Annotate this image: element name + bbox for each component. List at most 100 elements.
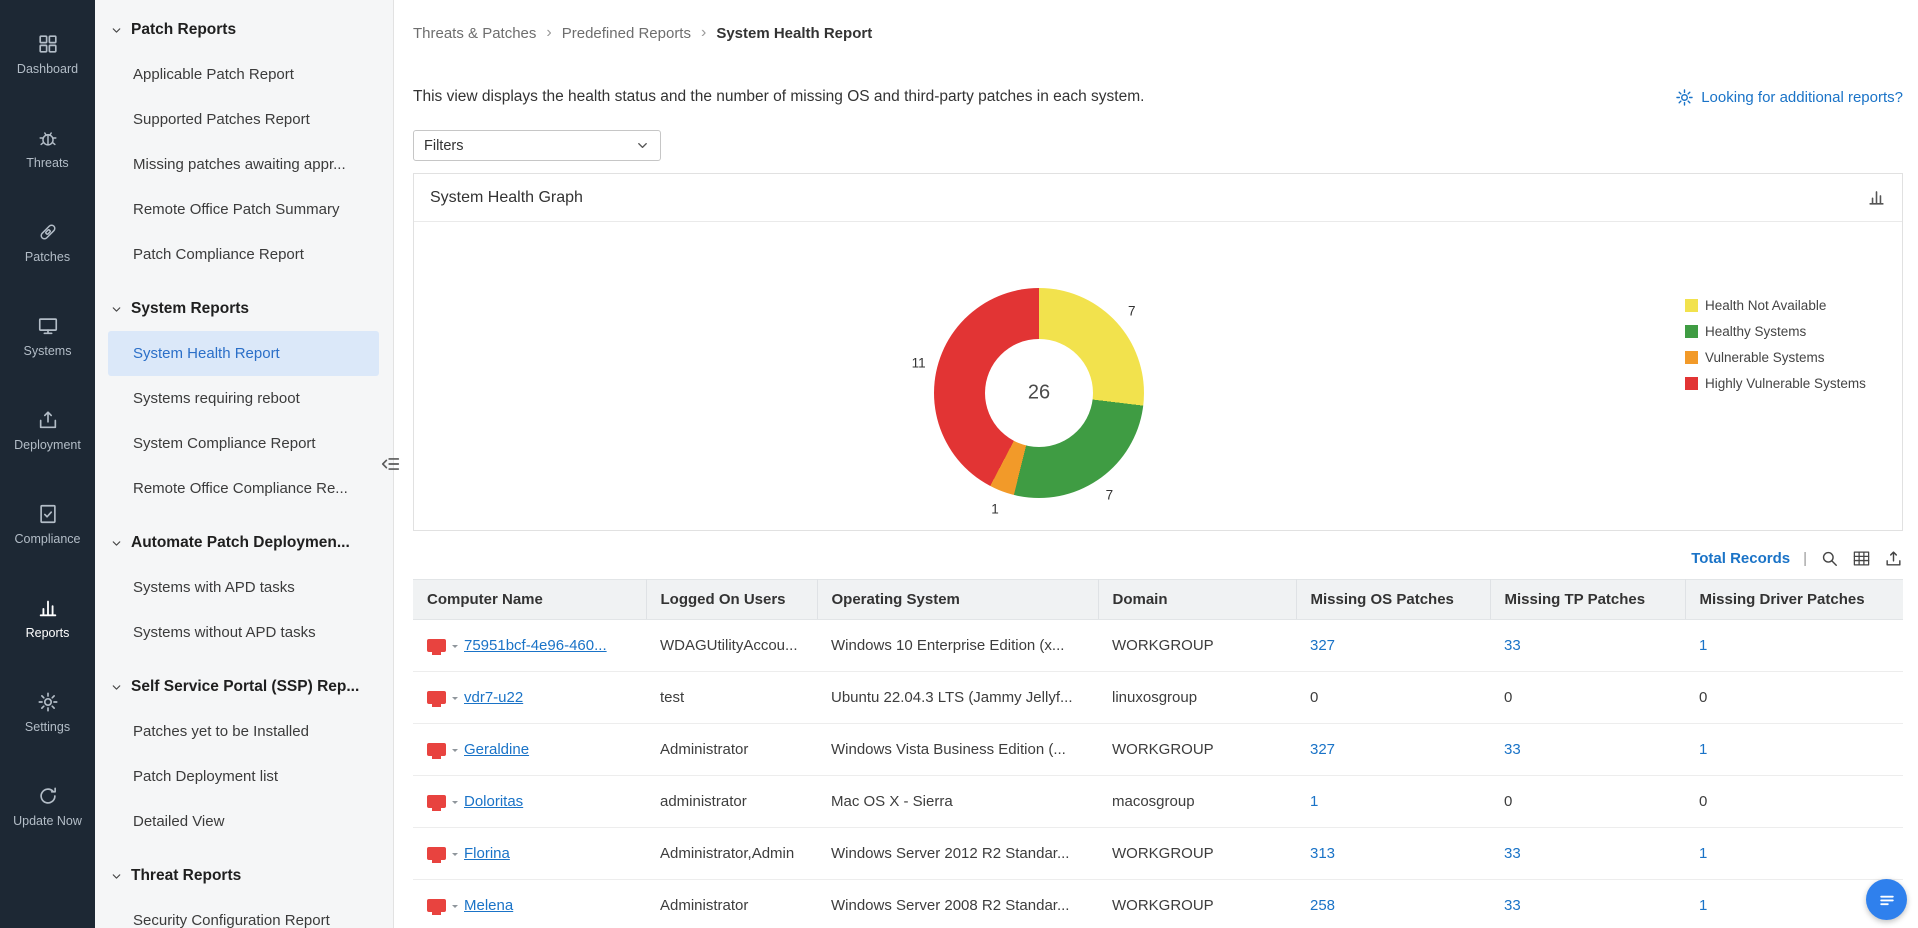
caret-down-icon[interactable] (452, 749, 458, 755)
computer-name-link[interactable]: Doloritas (464, 793, 523, 810)
sidebar-item-detailed-view[interactable]: Detailed View (108, 799, 379, 844)
nav-item-dashboard[interactable]: Dashboard (0, 8, 95, 102)
idea-gear-icon (1675, 88, 1694, 107)
nav-item-systems[interactable]: Systems (0, 290, 95, 384)
sidebar-item-supported-patches-report[interactable]: Supported Patches Report (108, 97, 379, 142)
caret-down-icon[interactable] (452, 905, 458, 911)
missing-patches-link[interactable]: 1 (1699, 845, 1707, 862)
computer-icon (427, 639, 446, 652)
donut-ring[interactable]: 26 (934, 288, 1144, 498)
missing-patches-link[interactable]: 33 (1504, 897, 1521, 914)
computer-name-link[interactable]: vdr7-u22 (464, 689, 523, 706)
computer-name-link[interactable]: Florina (464, 845, 510, 862)
update-icon (37, 785, 59, 807)
missing-patches-link[interactable]: 327 (1310, 637, 1335, 654)
computer-name-link[interactable]: Melena (464, 897, 513, 914)
missing-patches-link[interactable]: 1 (1699, 897, 1707, 914)
system-health-panel: System Health Graph 26 Health Not Availa… (413, 173, 1903, 531)
chart-value-label: 7 (1106, 488, 1114, 503)
left-nav: DashboardThreats Patches SystemsDeployment… (0, 0, 95, 928)
sidebar-item-systems-requiring-reboot[interactable]: Systems requiring reboot (108, 376, 379, 421)
nav-item-label: Patches (25, 250, 70, 264)
missing-patches-link[interactable]: 258 (1310, 897, 1335, 914)
missing-patches-link[interactable]: 33 (1504, 741, 1521, 758)
legend-label: Vulnerable Systems (1705, 350, 1825, 365)
sidebar-item-missing-patches-awaiting-appr[interactable]: Missing patches awaiting appr... (108, 142, 379, 187)
legend-swatch (1685, 299, 1698, 312)
sidebar-item-system-health-report[interactable]: System Health Report (108, 331, 379, 376)
nav-item-settings[interactable]: Settings (0, 666, 95, 760)
domain-value: WORKGROUP (1112, 741, 1214, 758)
sidebar-item-systems-without-apd-tasks[interactable]: Systems without APD tasks (108, 610, 379, 655)
missing-patches-link[interactable]: 1 (1699, 741, 1707, 758)
nav-item-threats[interactable]: Threats (0, 102, 95, 196)
nav-item-deployment[interactable]: Deployment (0, 384, 95, 478)
computer-icon (427, 743, 446, 756)
caret-down-icon[interactable] (452, 853, 458, 859)
computer-name-link[interactable]: Geraldine (464, 741, 529, 758)
missing-patches-link[interactable]: 33 (1504, 845, 1521, 862)
sidebar-item-patch-compliance-report[interactable]: Patch Compliance Report (108, 232, 379, 277)
operating-system-value: Windows 10 Enterprise Edition (x... (831, 637, 1064, 654)
missing-patches-link[interactable]: 327 (1310, 741, 1335, 758)
section-header-threat-reports[interactable]: Threat Reports (95, 862, 393, 890)
column-header-domain[interactable]: Domain (1098, 580, 1296, 620)
column-header-operating-system[interactable]: Operating System (817, 580, 1098, 620)
nav-item-reports[interactable]: Reports (0, 572, 95, 666)
column-header-missing-tp-patches[interactable]: Missing TP Patches (1490, 580, 1685, 620)
missing-patches-link[interactable]: 33 (1504, 637, 1521, 654)
computer-icon (427, 899, 446, 912)
chart-type-icon[interactable] (1867, 188, 1886, 207)
legend-item-vulnerable-systems: Vulnerable Systems (1685, 350, 1866, 365)
missing-patches-link[interactable]: 313 (1310, 845, 1335, 862)
legend-label: Healthy Systems (1705, 324, 1806, 339)
section-header-system-reports[interactable]: System Reports (95, 295, 393, 323)
sidebar-item-patch-deployment-list[interactable]: Patch Deployment list (108, 754, 379, 799)
sidebar-item-patches-yet-to-be-installed[interactable]: Patches yet to be Installed (108, 709, 379, 754)
breadcrumb-item-threats-patches[interactable]: Threats & Patches (413, 25, 536, 42)
section-header-automate-patch-deploymen[interactable]: Automate Patch Deploymen... (95, 529, 393, 557)
nav-item-compliance[interactable]: Compliance (0, 478, 95, 572)
column-header-missing-driver-patches[interactable]: Missing Driver Patches (1685, 580, 1903, 620)
caret-down-icon[interactable] (452, 645, 458, 651)
additional-reports-link[interactable]: Looking for additional reports? (1675, 88, 1903, 107)
caret-down-icon[interactable] (452, 801, 458, 807)
sidebar-item-remote-office-compliance-re[interactable]: Remote Office Compliance Re... (108, 466, 379, 511)
total-records-link[interactable]: Total Records (1691, 550, 1790, 567)
caret-down-icon[interactable] (452, 697, 458, 703)
column-header-logged-on-users[interactable]: Logged On Users (646, 580, 817, 620)
collapse-sidebar-icon[interactable] (380, 453, 402, 475)
sidebar-item-remote-office-patch-summary[interactable]: Remote Office Patch Summary (108, 187, 379, 232)
chat-fab[interactable] (1866, 879, 1907, 920)
section-header-patch-reports[interactable]: Patch Reports (95, 16, 393, 44)
sidebar-item-system-compliance-report[interactable]: System Compliance Report (108, 421, 379, 466)
systems-icon (37, 315, 59, 337)
operating-system-value: Windows Server 2008 R2 Standar... (831, 897, 1069, 914)
export-icon[interactable] (1884, 549, 1903, 568)
app-root: DashboardThreats Patches SystemsDeployment… (0, 0, 1918, 928)
breadcrumb-item-predefined-reports[interactable]: Predefined Reports (562, 25, 691, 42)
toolbar-divider: | (1803, 550, 1807, 567)
table-view-icon[interactable] (1852, 549, 1871, 568)
filters-dropdown[interactable]: Filters (413, 130, 661, 161)
sidebar-item-applicable-patch-report[interactable]: Applicable Patch Report (108, 52, 379, 97)
domain-value: WORKGROUP (1112, 897, 1214, 914)
page-description: This view displays the health status and… (413, 88, 1144, 106)
computer-name-link[interactable]: 75951bcf-4e96-460... (464, 637, 607, 654)
missing-patches-link[interactable]: 1 (1310, 793, 1318, 810)
legend-item-highly-vulnerable-systems: Highly Vulnerable Systems (1685, 376, 1866, 391)
column-header-missing-os-patches[interactable]: Missing OS Patches (1296, 580, 1490, 620)
compliance-icon (37, 503, 59, 525)
chart-value-label: 11 (912, 356, 926, 371)
column-header-computer-name[interactable]: Computer Name (413, 580, 646, 620)
search-icon[interactable] (1820, 549, 1839, 568)
section-header-self-service-portal-ssp-rep[interactable]: Self Service Portal (SSP) Rep... (95, 673, 393, 701)
missing-patches-value: 0 (1699, 793, 1707, 810)
missing-patches-link[interactable]: 1 (1699, 637, 1707, 654)
sidebar-item-systems-with-apd-tasks[interactable]: Systems with APD tasks (108, 565, 379, 610)
sidebar-item-security-configuration-report[interactable]: Security Configuration Report (108, 898, 379, 928)
nav-item-patches[interactable]: Patches (0, 196, 95, 290)
table-row: FlorinaAdministrator,AdminWindows Server… (413, 828, 1903, 880)
breadcrumb-separator: › (701, 24, 706, 42)
nav-item-update-now[interactable]: Update Now (0, 760, 95, 854)
